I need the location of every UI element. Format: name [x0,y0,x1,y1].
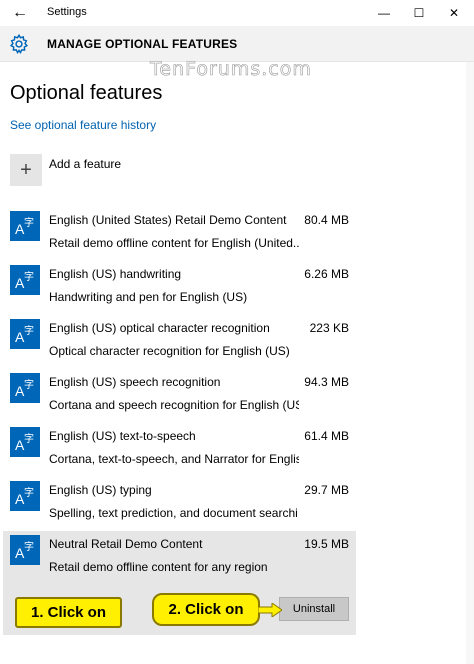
page-title: Optional features [10,82,163,104]
feature-name: English (US) optical character recogniti… [49,321,270,335]
feature-name: English (US) speech recognition [49,375,221,389]
language-icon: A字 [10,211,40,241]
language-icon: A字 [10,373,40,403]
feature-description: Spelling, text prediction, and document … [49,506,299,520]
feature-description: Handwriting and pen for English (US) [49,290,248,304]
feature-size: 80.4 MB [304,213,349,227]
close-icon[interactable]: ✕ [443,3,465,23]
feature-description: Retail demo offline content for English … [49,236,299,250]
feature-size: 29.7 MB [304,483,349,497]
svg-text:字: 字 [24,270,34,283]
feature-history-link[interactable]: See optional feature history [10,118,156,132]
page-header-title: MANAGE OPTIONAL FEATURES [47,37,238,51]
scrollbar[interactable] [466,62,474,664]
feature-name: English (United States) Retail Demo Cont… [49,213,287,227]
language-icon: A字 [10,535,40,565]
add-feature-label[interactable]: Add a feature [49,157,121,171]
feature-size: 94.3 MB [304,375,349,389]
feature-item[interactable]: A 字 English (US) optical character recogni… [3,315,356,368]
page-header: MANAGE OPTIONAL FEATURES [0,26,474,62]
plus-icon: + [20,159,32,181]
feature-name: English (US) text-to-speech [49,429,196,443]
svg-text:字: 字 [24,486,34,499]
svg-text:字: 字 [24,216,34,229]
feature-description: Cortana, text-to-speech, and Narrator fo… [49,452,299,466]
feature-size: 19.5 MB [304,537,349,551]
language-icon: A字 [10,265,40,295]
feature-item[interactable]: A 字 English (United States) Retail Demo Co… [3,207,356,260]
uninstall-button[interactable]: Uninstall [279,597,349,621]
feature-size: 223 KB [309,321,349,335]
svg-text:字: 字 [24,540,34,553]
language-icon: A字 [10,319,40,349]
feature-item[interactable]: A 字 English (US) text-to-speech 61.4 MB Cort… [3,423,356,476]
feature-name: English (US) typing [49,483,152,497]
svg-text:字: 字 [24,378,34,391]
title-bar: ← Settings — ☐ ✕ [0,0,474,26]
callout-step-2: 2. Click on [152,593,260,626]
feature-size: 61.4 MB [304,429,349,443]
language-icon: A字 [10,481,40,511]
feature-size: 6.26 MB [304,267,349,281]
svg-text:字: 字 [24,324,34,337]
svg-text:字: 字 [24,432,34,445]
minimize-icon[interactable]: — [373,3,395,23]
feature-description: Retail demo offline content for any regi… [49,560,268,574]
feature-item[interactable]: A 字 English (US) speech recognition 94.3 MB… [3,369,356,422]
gear-icon [9,33,29,54]
feature-item[interactable]: A 字 English (US) typing 29.7 MB Spelling, te… [3,477,356,530]
watermark: TenForums.com [150,58,312,81]
add-feature-button[interactable]: + [10,154,42,186]
callout-step-1: 1. Click on [15,597,122,628]
maximize-icon[interactable]: ☐ [408,3,430,23]
back-arrow-icon[interactable]: ← [9,2,31,24]
feature-description: Optical character recognition for Englis… [49,344,290,358]
window-title: Settings [47,6,87,18]
feature-description: Cortana and speech recognition for Engli… [49,398,299,412]
feature-name: Neutral Retail Demo Content [49,537,203,551]
feature-item[interactable]: A 字 English (US) handwriting 6.26 MB Handwri… [3,261,356,314]
language-icon: A字 [10,427,40,457]
feature-name: English (US) handwriting [49,267,182,281]
callout-arrow-icon [258,603,282,617]
